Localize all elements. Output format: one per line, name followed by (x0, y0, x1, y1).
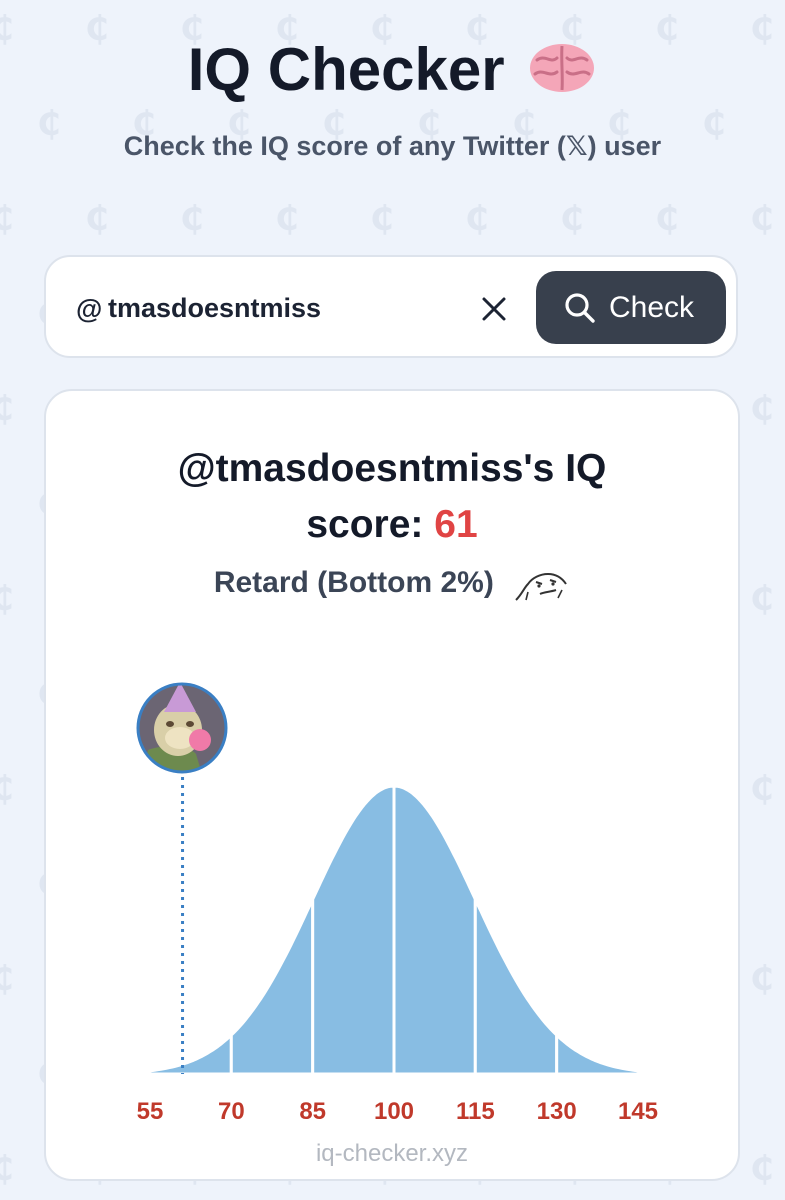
watermark-glyph: ₵ (750, 579, 774, 619)
page-title: IQ Checker (0, 34, 785, 106)
watermark-glyph: ₵ (465, 199, 489, 239)
watermark-glyph: ₵ (750, 959, 774, 999)
watermark-glyph: ₵ (0, 1149, 14, 1189)
search-icon (565, 293, 595, 323)
watermark-glyph: ₵ (750, 199, 774, 239)
distribution-band-5 (473, 897, 559, 1076)
x-tick-label: 145 (618, 1098, 658, 1125)
x-tick-label: 70 (218, 1098, 245, 1125)
distribution-band-3 (311, 784, 396, 1076)
close-icon (482, 297, 506, 321)
watermark-glyph: ₵ (0, 389, 14, 429)
watermark-glyph: ₵ (0, 769, 14, 809)
watermark-glyph: ₵ (0, 199, 14, 239)
distribution-band-6 (555, 1033, 640, 1076)
result-card: @tmasdoesntmiss's IQ score: 61 Retard (B… (44, 389, 740, 1181)
iq-distribution-chart: 55 70 85 100 115 130 145 (136, 682, 658, 1125)
watermark-glyph: ₵ (750, 769, 774, 809)
x-tick-label: 85 (299, 1098, 326, 1125)
x-tick-label: 115 (456, 1098, 495, 1125)
brain-icon (530, 44, 595, 92)
watermark-glyph: ₵ (0, 959, 14, 999)
distribution-band-1 (148, 1033, 233, 1076)
page-title-text: IQ Checker (187, 36, 505, 103)
footer-domain: iq-checker.xyz (315, 1140, 469, 1167)
x-tick-label: 100 (374, 1098, 414, 1125)
distribution-band-2 (229, 897, 315, 1076)
watermark-glyph: ₵ (750, 1149, 774, 1189)
watermark-glyph: ₵ (275, 199, 299, 239)
search-box: @ Check (44, 255, 738, 358)
watermark-glyph: ₵ (560, 199, 584, 239)
username-input[interactable] (108, 287, 448, 329)
watermark-glyph: ₵ (0, 579, 14, 619)
check-button-label: Check (609, 291, 695, 324)
watermark-glyph: ₵ (85, 199, 109, 239)
check-button[interactable]: Check (536, 271, 726, 344)
clear-button[interactable] (474, 289, 514, 329)
watermark-glyph: ₵ (180, 199, 204, 239)
x-tick-label: 130 (537, 1098, 577, 1125)
user-avatar (136, 682, 228, 774)
x-tick-label: 55 (137, 1098, 164, 1125)
page-subtitle: Check the IQ score of any Twitter (𝕏) us… (123, 131, 662, 161)
watermark-glyph: ₵ (750, 389, 774, 429)
watermark-glyph: ₵ (370, 199, 394, 239)
distribution-band-4 (392, 784, 477, 1076)
watermark-glyph: ₵ (655, 199, 679, 239)
at-sign: @ (76, 294, 103, 324)
